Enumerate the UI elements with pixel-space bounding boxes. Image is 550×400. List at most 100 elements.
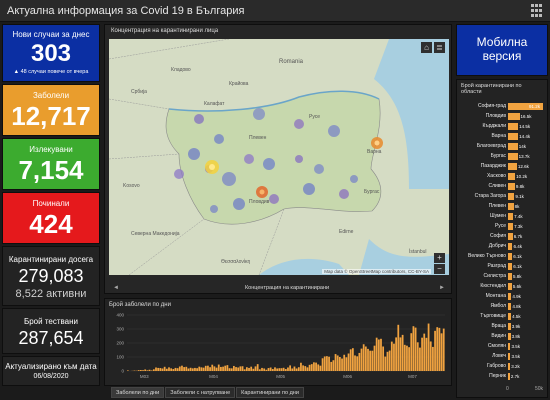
daily-bar bbox=[289, 365, 292, 371]
daily-bar bbox=[408, 347, 410, 371]
daily-bar bbox=[287, 367, 289, 371]
daily-bar bbox=[274, 367, 276, 371]
prev-icon[interactable]: ◄ bbox=[113, 285, 119, 291]
map-footer-label: Концентрация на карантинирани bbox=[244, 285, 330, 291]
zoom-out-button[interactable]: − bbox=[434, 264, 445, 274]
region-label: Кърджали bbox=[482, 123, 506, 129]
region-label: Силистра bbox=[483, 273, 506, 279]
daily-bar bbox=[410, 333, 413, 371]
region-value: 6.1k bbox=[513, 263, 522, 269]
map-canvas[interactable]: Србија Кладово Калафат Крайова Romania K… bbox=[109, 39, 449, 275]
daily-bar bbox=[248, 367, 250, 371]
tab-daily[interactable]: Заболели по дни bbox=[111, 387, 165, 398]
daily-bar bbox=[187, 368, 190, 371]
daily-bar bbox=[321, 358, 324, 371]
daily-bar bbox=[440, 333, 443, 371]
layers-icon[interactable]: ≣ bbox=[434, 42, 445, 53]
place-label: Крайова bbox=[229, 81, 249, 87]
daily-bar bbox=[386, 351, 389, 371]
regions-chart-panel: Брой карантинирани по области София-град… bbox=[456, 79, 548, 398]
daily-bar bbox=[345, 357, 348, 371]
region-bar bbox=[508, 303, 512, 310]
daily-bar bbox=[416, 342, 419, 371]
quarantine-map-panel: Концентрация на карантинирани лица Србиј… bbox=[104, 24, 452, 294]
home-icon[interactable]: ⌂ bbox=[421, 42, 432, 53]
infected-label: Заболели bbox=[32, 91, 70, 100]
region-value: 10.2k bbox=[516, 173, 528, 179]
deceased-card: Починали 424 bbox=[2, 192, 100, 244]
daily-bar bbox=[159, 368, 162, 371]
y-tick-label: 100 bbox=[116, 355, 124, 360]
updated-label: Актуализирано към дата bbox=[5, 362, 97, 371]
region-row: Благоевград 14k bbox=[457, 142, 549, 151]
region-label: Враца bbox=[491, 323, 506, 329]
daily-bar bbox=[302, 365, 304, 371]
quarantined-label: Карантинирани досега bbox=[8, 255, 94, 264]
daily-bar bbox=[263, 368, 266, 371]
region-value: 13.7k bbox=[518, 153, 530, 159]
daily-bar bbox=[127, 370, 129, 371]
daily-bar bbox=[256, 364, 259, 371]
daily-bar bbox=[163, 366, 166, 371]
new-cases-label: Нови случаи за днес bbox=[12, 30, 90, 39]
region-value: 12.6k bbox=[517, 163, 529, 169]
mobile-version-button[interactable]: Мобилна версия bbox=[456, 24, 548, 76]
daily-bar bbox=[388, 350, 391, 371]
daily-bar bbox=[436, 327, 439, 371]
region-label: Шумен bbox=[489, 213, 506, 219]
daily-bar bbox=[401, 334, 404, 371]
daily-bar bbox=[174, 367, 177, 371]
place-label: Кладово bbox=[171, 67, 191, 73]
daily-bar bbox=[222, 366, 224, 371]
daily-bar bbox=[198, 366, 201, 371]
daily-bar bbox=[360, 348, 363, 371]
daily-bar bbox=[319, 365, 322, 371]
region-label: Ямбол bbox=[490, 303, 506, 309]
daily-bar bbox=[196, 368, 198, 371]
daily-bar bbox=[406, 345, 408, 371]
daily-bar bbox=[189, 367, 192, 371]
next-icon[interactable]: ► bbox=[439, 285, 445, 291]
daily-bar bbox=[336, 355, 339, 371]
daily-bar bbox=[209, 367, 211, 371]
month-label: M03 bbox=[140, 374, 149, 379]
tests-card: Брой тествани 287,654 bbox=[2, 308, 100, 354]
daily-bar bbox=[395, 337, 398, 371]
daily-bar bbox=[178, 366, 181, 371]
region-label: Плевен bbox=[488, 203, 506, 209]
region-value: 4.9k bbox=[512, 293, 521, 299]
infected-card: Заболели 12,717 bbox=[2, 84, 100, 136]
daily-bar bbox=[377, 339, 380, 371]
mobile-version-label: Мобилна версия bbox=[476, 35, 528, 63]
region-bar bbox=[508, 263, 513, 270]
daily-bar bbox=[250, 366, 253, 371]
regions-chart-title: Брой карантинирани по области bbox=[461, 83, 522, 95]
region-bar bbox=[508, 133, 519, 140]
daily-bar bbox=[202, 367, 205, 371]
daily-bar bbox=[235, 367, 237, 371]
place-label: Edirne bbox=[339, 229, 354, 235]
daily-bar bbox=[191, 368, 194, 371]
daily-bar bbox=[382, 346, 385, 371]
daily-bar bbox=[254, 366, 257, 371]
region-bar bbox=[508, 313, 512, 320]
daily-bar bbox=[161, 368, 164, 371]
tab-quarantined[interactable]: Карантинирани по дни bbox=[236, 387, 304, 398]
daily-bar bbox=[155, 367, 157, 371]
region-label: Стара Загора bbox=[474, 193, 506, 199]
place-label: Θεσσαλονίκη bbox=[221, 259, 251, 265]
region-row: Видин 3.8k bbox=[457, 332, 549, 341]
daily-bar bbox=[300, 362, 302, 371]
region-bar bbox=[508, 273, 513, 280]
region-label: Русе bbox=[494, 223, 506, 229]
place-label: Варна bbox=[367, 149, 382, 155]
zoom-in-button[interactable]: + bbox=[434, 253, 445, 263]
region-label: Видин bbox=[491, 333, 506, 339]
daily-bar bbox=[332, 360, 335, 371]
month-label: M07 bbox=[408, 374, 417, 379]
tab-cumulative[interactable]: Заболели с натрупване bbox=[165, 387, 236, 398]
region-row: Стара Загора 9.1k bbox=[457, 192, 549, 201]
daily-bar bbox=[293, 366, 296, 371]
app-grid-icon[interactable] bbox=[531, 4, 545, 18]
region-row: Добрич 6.4k bbox=[457, 242, 549, 251]
